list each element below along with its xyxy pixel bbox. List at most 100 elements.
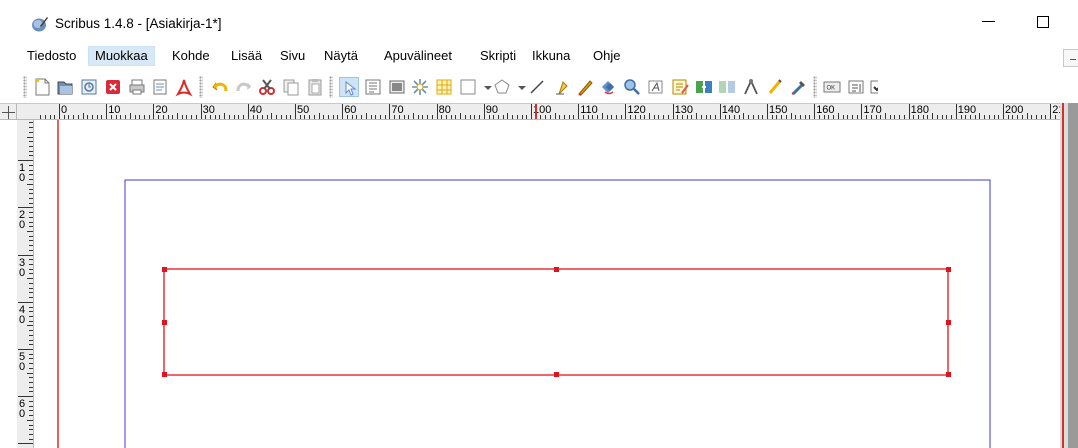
cut-icon[interactable] — [257, 77, 277, 97]
ruler-label: 6 0 — [18, 398, 26, 421]
ruler-label: 2 0 — [18, 209, 26, 232]
copy-properties-icon[interactable] — [765, 77, 785, 97]
ruler-label: 50 — [297, 104, 310, 116]
menu-muokkaa[interactable]: Muokkaa — [88, 46, 155, 66]
copy-icon[interactable] — [281, 77, 301, 97]
ruler-tick — [667, 115, 669, 119]
open-document-icon[interactable] — [55, 77, 75, 97]
ruler-tick — [814, 104, 816, 119]
ruler-tick — [1026, 113, 1028, 119]
scribus-app-icon — [32, 17, 48, 32]
resize-handle-left[interactable] — [162, 320, 167, 325]
selected-text-frame[interactable] — [162, 267, 951, 377]
resize-handle-right[interactable] — [946, 320, 951, 325]
ruler-tick — [125, 115, 127, 119]
polygon-dropdown-icon[interactable] — [512, 77, 526, 97]
paste-icon[interactable] — [305, 77, 325, 97]
undo-icon[interactable] — [210, 77, 230, 97]
preflight-icon[interactable] — [150, 77, 170, 97]
toolbar-grip[interactable] — [329, 76, 333, 98]
resize-handle-top-right[interactable] — [946, 267, 951, 272]
polygon-icon[interactable] — [492, 77, 512, 97]
rotate-item-icon[interactable] — [598, 77, 618, 97]
toolbar-grip[interactable] — [23, 76, 27, 98]
resize-handle-top[interactable] — [554, 267, 559, 272]
edit-text-icon[interactable] — [646, 77, 666, 97]
line-icon[interactable] — [527, 77, 547, 97]
image-frame-icon[interactable] — [387, 77, 407, 97]
close-document-icon[interactable] — [103, 77, 123, 97]
shape-icon[interactable] — [458, 77, 478, 97]
resize-handle-bottom-right[interactable] — [946, 372, 951, 377]
toolbar-grip[interactable] — [813, 76, 817, 98]
ruler-tick — [82, 113, 84, 119]
text-frame-icon[interactable] — [363, 77, 383, 97]
measurements-icon[interactable] — [741, 77, 761, 97]
ruler-tick — [941, 115, 943, 119]
ruler-tick — [507, 113, 509, 119]
ruler-tick — [29, 292, 33, 294]
vertical-scroll-area[interactable] — [1060, 103, 1078, 448]
table-icon[interactable] — [434, 77, 454, 97]
link-text-frames-icon[interactable] — [694, 77, 714, 97]
resize-handle-bottom[interactable] — [554, 372, 559, 377]
ruler-tick — [951, 115, 953, 119]
horizontal-ruler[interactable]: 0 10 20 30 40 50 60 70 80 90 100 110 120 130 140 150 160… — [17, 103, 1078, 120]
ruler-tick — [389, 104, 391, 119]
ruler-tick — [1003, 104, 1004, 119]
export-pdf-icon[interactable] — [174, 77, 194, 97]
pdf-checkbox-icon[interactable] — [868, 77, 878, 97]
ruler-tick — [658, 115, 660, 119]
unlink-text-frames-icon[interactable] — [717, 77, 737, 97]
menu-ohje[interactable]: Ohje — [587, 46, 626, 66]
new-document-icon[interactable] — [32, 77, 52, 97]
freehand-line-icon[interactable] — [575, 77, 595, 97]
render-frame-icon[interactable] — [410, 77, 430, 97]
menu-apuvalineet[interactable]: Apuvälineet — [378, 46, 458, 66]
select-item-icon[interactable] — [339, 77, 359, 97]
pdf-push-button-icon[interactable]: OK — [822, 77, 842, 97]
ruler-tick — [214, 115, 216, 119]
ruler-tick — [29, 226, 33, 228]
document-canvas[interactable] — [34, 120, 1060, 448]
ruler-tick — [27, 136, 33, 138]
mdi-minimize-button[interactable] — [1063, 49, 1078, 67]
frame-outline[interactable] — [163, 268, 949, 376]
ruler-tick — [29, 179, 33, 181]
menu-kohde[interactable]: Kohde — [166, 46, 216, 66]
ruler-tick — [77, 115, 79, 119]
resize-handle-top-left[interactable] — [162, 267, 167, 272]
story-editor-icon[interactable] — [670, 77, 690, 97]
resize-handle-bottom-left[interactable] — [162, 372, 167, 377]
ruler-tick — [483, 104, 485, 119]
print-icon[interactable] — [127, 77, 147, 97]
maximize-button[interactable] — [1032, 10, 1054, 32]
bezier-curve-icon[interactable] — [551, 77, 571, 97]
eye-dropper-icon[interactable] — [789, 77, 809, 97]
zoom-icon[interactable] — [622, 77, 642, 97]
open-recent-icon[interactable] — [79, 77, 99, 97]
ruler-tick — [1040, 115, 1042, 119]
pdf-text-field-icon[interactable] — [846, 77, 866, 97]
vertical-ruler[interactable]: 1 0 2 0 3 0 4 0 5 0 6 0 — [17, 120, 34, 448]
ruler-tick — [219, 115, 221, 119]
ruler-label: 40 — [249, 104, 263, 116]
menu-sivu[interactable]: Sivu — [274, 46, 311, 66]
ruler-tick — [837, 113, 839, 119]
minimize-button[interactable] — [976, 8, 1002, 32]
shape-dropdown-icon[interactable] — [478, 77, 492, 97]
ruler-tick — [842, 115, 844, 119]
menu-skripti[interactable]: Skripti — [474, 46, 522, 66]
toolbar-grip[interactable] — [199, 76, 203, 98]
redo-icon[interactable] — [234, 77, 254, 97]
menu-ikkuna[interactable]: Ikkuna — [526, 46, 576, 66]
ruler-tick — [384, 115, 386, 119]
ruler-tick — [27, 183, 33, 185]
ruler-corner[interactable] — [0, 103, 17, 120]
ruler-tick — [29, 334, 33, 336]
ruler-tick — [375, 115, 377, 119]
menu-tiedosto[interactable]: Tiedosto — [21, 46, 82, 66]
ruler-tick — [49, 115, 51, 119]
menu-nayta[interactable]: Näytä — [318, 46, 364, 66]
menu-lisaa[interactable]: Lisää — [225, 46, 268, 66]
